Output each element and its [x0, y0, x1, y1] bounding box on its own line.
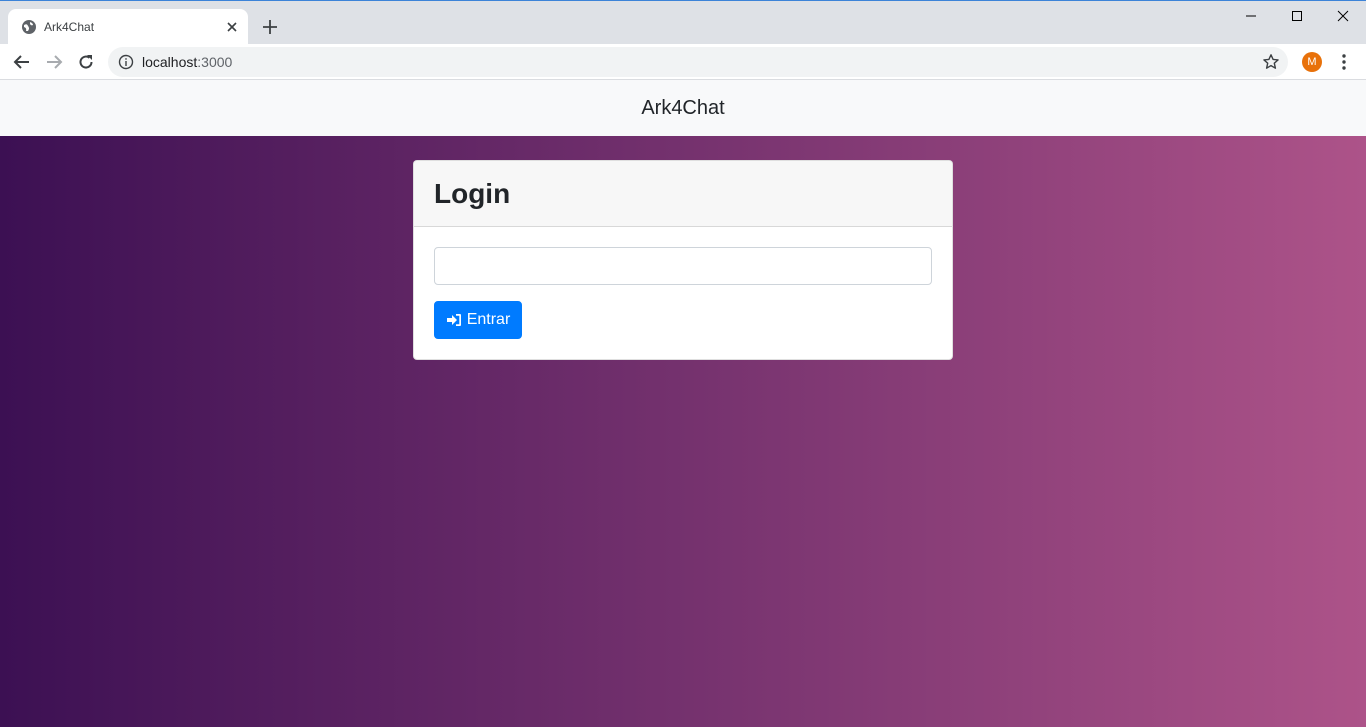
url-host: localhost [142, 54, 198, 70]
close-window-button[interactable] [1320, 1, 1366, 31]
reload-icon [79, 55, 93, 69]
login-card-body: Entrar [414, 227, 952, 359]
username-input[interactable] [434, 247, 932, 285]
bookmark-star-icon[interactable] [1262, 53, 1280, 71]
browser-tab[interactable]: Ark4Chat [8, 9, 248, 45]
minimize-icon [1246, 15, 1256, 17]
arrow-right-icon [47, 55, 63, 69]
profile-avatar[interactable]: M [1302, 52, 1322, 72]
new-tab-icon[interactable] [260, 17, 280, 37]
url-port: :3000 [197, 54, 233, 70]
entrar-label: Entrar [466, 311, 511, 328]
close-window-icon [1337, 10, 1349, 22]
back-button[interactable] [10, 50, 34, 74]
sign-in-icon [446, 314, 461, 326]
globe-icon [22, 20, 36, 34]
minimize-button[interactable] [1228, 1, 1274, 31]
entrar-button[interactable]: Entrar [434, 301, 522, 339]
login-card-header: Login [414, 161, 952, 227]
login-card: Login Entrar [413, 160, 953, 360]
browser-titlebar: Ark4Chat [0, 0, 1366, 45]
navbar-brand[interactable]: Ark4Chat [641, 97, 724, 120]
maximize-icon [1292, 11, 1302, 21]
address-bar[interactable]: localhost:3000 [108, 47, 1288, 77]
reload-button[interactable] [74, 50, 98, 74]
gradient-background: Login Entrar [0, 136, 1366, 727]
maximize-button[interactable] [1274, 1, 1320, 31]
more-menu-icon[interactable] [1334, 52, 1354, 72]
tab-title: Ark4Chat [44, 20, 95, 34]
url-text: localhost:3000 [142, 54, 232, 70]
login-title: Login [434, 177, 511, 209]
browser-toolbar: localhost:3000 M [0, 44, 1366, 80]
forward-button[interactable] [42, 50, 66, 74]
close-tab-icon[interactable] [224, 19, 240, 35]
info-icon[interactable] [118, 54, 134, 70]
site-navbar: Ark4Chat [0, 80, 1366, 136]
arrow-left-icon [13, 55, 29, 69]
